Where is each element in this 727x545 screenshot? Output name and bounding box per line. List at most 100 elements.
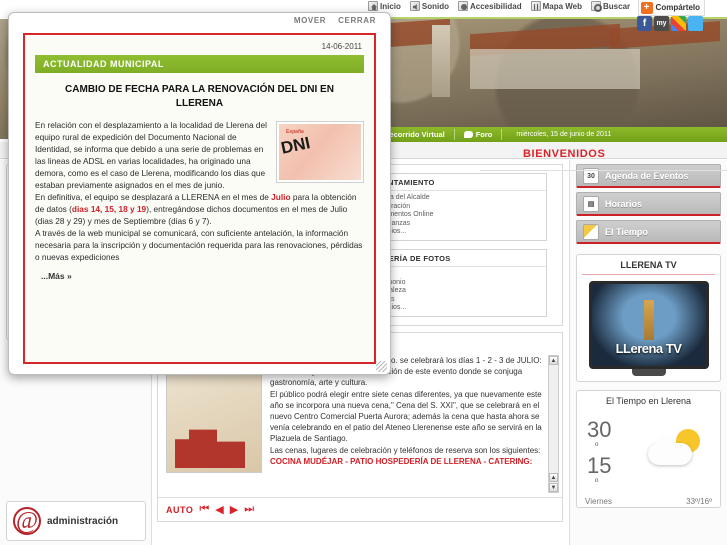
nav-label: Mapa Web xyxy=(542,1,582,11)
nav-label: Buscar xyxy=(603,1,631,11)
plus-icon: + xyxy=(640,1,653,14)
modal-category-badge: ACTUALIDAD MUNICIPAL xyxy=(35,55,364,73)
button-label: Agenda de Eventos xyxy=(605,170,689,181)
myspace-icon[interactable]: my xyxy=(654,16,669,31)
modal-paragraph-1: En relación con el desplazamiento a la l… xyxy=(35,120,268,190)
home-icon xyxy=(368,1,378,11)
sidebar-button-el-tiempo[interactable]: El Tiempo xyxy=(576,220,721,244)
weather-icon xyxy=(583,223,599,240)
nav-item-sonido[interactable]: Sonido xyxy=(409,1,449,11)
sidebar-button-horarios[interactable]: ▤ Horarios xyxy=(576,192,721,216)
dni-image: España DNI xyxy=(276,121,364,183)
nav-item-mapa-web[interactable]: Mapa Web xyxy=(530,1,582,11)
recorrido-label: Recorrido Virtual xyxy=(384,130,445,139)
right-sidebar: 30 Agenda de Eventos ▤ Horarios El Tiemp… xyxy=(569,160,727,545)
accessibility-icon xyxy=(458,1,468,11)
modal-more-link[interactable]: ...Más » xyxy=(35,263,364,281)
title-divider xyxy=(480,170,727,171)
sitemap-icon xyxy=(530,1,541,11)
news-popup-modal: MOVER CERRAR 14-06-2011 ACTUALIDAD MUNIC… xyxy=(8,12,391,375)
modal-titlebar: MOVER CERRAR xyxy=(9,13,390,27)
page-title: BIENVENIDOS xyxy=(523,148,606,160)
feature-link[interactable]: Fiestas xyxy=(372,296,546,305)
feature-title: AYUNTAMIENTO xyxy=(365,174,546,191)
first-button[interactable]: ⏮ xyxy=(199,503,209,516)
administracion-label: administración xyxy=(47,515,119,527)
tv-screen-text: LLerena TV xyxy=(615,341,682,356)
news-player-controls: AUTO ⏮ ◀ ▶ ⏭ xyxy=(158,497,562,521)
weather-low-degree: º xyxy=(595,477,599,487)
nav-label: Inicio xyxy=(380,1,401,11)
tv-widget-title: LLERENA TV xyxy=(582,260,715,275)
foro-link[interactable]: Foro xyxy=(455,129,503,140)
llerena-tv-widget[interactable]: LLERENA TV LLerena TV xyxy=(576,254,721,382)
modal-paragraph-3: A través de la web municipal se comunica… xyxy=(35,228,363,262)
nav-item-accesibilidad[interactable]: Accesibilidad xyxy=(458,1,522,11)
feature-link[interactable]: Servicios... xyxy=(372,228,546,237)
news-text: Llerena, Monumento Gastronómico. se cele… xyxy=(270,355,546,493)
modal-date: 14-06-2011 xyxy=(321,42,362,51)
nav-label: Accesibilidad xyxy=(470,1,522,11)
next-button[interactable]: ⏭ xyxy=(244,503,254,516)
weather-low: 15 xyxy=(587,453,612,478)
news-highlight: COCINA MUDÉJAR - PATIO HOSPEDERÍA DE LLE… xyxy=(270,457,533,466)
modal-move-button[interactable]: MOVER xyxy=(294,16,326,27)
feature-link[interactable]: Patrimonio xyxy=(372,279,546,288)
share-button[interactable]: + Compártelo xyxy=(637,0,705,16)
feature-title: GALERÍA DE FOTOS xyxy=(365,250,546,267)
sidebar-button-agenda-eventos[interactable]: 30 Agenda de Eventos xyxy=(576,164,721,188)
chat-bubble-icon xyxy=(463,131,473,138)
play-button[interactable]: ▶ xyxy=(230,503,238,516)
sound-icon xyxy=(409,1,420,11)
feature-link[interactable]: Saluda del Alcalde xyxy=(372,194,546,203)
facebook-icon[interactable]: f xyxy=(637,16,652,31)
prev-button[interactable]: ◀ xyxy=(215,503,223,516)
at-symbol-icon: @ xyxy=(13,507,41,535)
modal-resize-handle[interactable] xyxy=(376,361,387,372)
tv-screen-image: LLerena TV xyxy=(588,281,709,369)
button-label: Horarios xyxy=(605,198,643,209)
weather-forecast-row: Viernes 33º/16º xyxy=(585,497,712,506)
modal-red-julio: Julio xyxy=(271,192,291,202)
weather-high-degree: º xyxy=(595,441,599,451)
modal-content: 14-06-2011 ACTUALIDAD MUNICIPAL CAMBIO D… xyxy=(23,33,376,364)
feature-link[interactable]: Ayer xyxy=(372,270,546,279)
weather-high: 30 xyxy=(587,417,612,442)
weather-widget: El Tiempo en Llerena 30 º 15 º Viernes 3… xyxy=(576,390,721,508)
dni-image-label: DNI xyxy=(279,133,312,158)
share-label: Compártelo xyxy=(655,3,700,12)
nav-item-inicio[interactable]: Inicio xyxy=(368,1,401,11)
modal-close-button[interactable]: CERRAR xyxy=(338,16,376,27)
nav-item-buscar[interactable]: Buscar xyxy=(591,1,631,12)
auto-button[interactable]: AUTO xyxy=(166,505,193,515)
tower-silhouette xyxy=(643,300,654,340)
feature-link[interactable]: Documentos Online xyxy=(372,211,546,220)
modal-headline: CAMBIO DE FECHA PARA LA RENOVACIÓN DEL D… xyxy=(65,84,334,109)
news-paragraph: Las cenas, lugares de celebración y telé… xyxy=(270,446,541,455)
foro-label: Foro xyxy=(475,130,493,139)
scroll-up-arrow[interactable]: ▲ xyxy=(549,356,558,365)
weather-title: El Tiempo en Llerena xyxy=(605,396,692,406)
scroll-up-arrow-2[interactable]: ▲ xyxy=(549,473,558,482)
google-icon[interactable] xyxy=(671,16,686,31)
modal-paragraph-2a: En definitiva, el equipo se desplazará a… xyxy=(35,192,272,202)
feature-link[interactable]: Ordenanzas xyxy=(372,220,546,229)
social-links: f my xyxy=(637,16,703,31)
green-utility-strip: Recorrido Virtual Foro miércoles, 15 de … xyxy=(363,127,727,142)
news-scrollbar[interactable]: ▲ ▲ ▼ xyxy=(548,355,559,493)
scroll-down-arrow[interactable]: ▼ xyxy=(549,483,558,492)
news-thumb-art xyxy=(175,429,245,468)
partly-cloudy-icon xyxy=(648,429,702,465)
train-icon: ▤ xyxy=(583,195,599,212)
twitter-icon[interactable] xyxy=(688,16,703,31)
sidebar-button-administracion[interactable]: @ administración xyxy=(6,501,146,541)
forecast-day: Viernes xyxy=(585,497,612,506)
forecast-temps: 33º/16º xyxy=(686,497,712,506)
news-paragraph: El público podrá elegir entre siete cena… xyxy=(270,390,542,443)
feature-link[interactable]: Servicios... xyxy=(372,304,546,313)
button-label: El Tiempo xyxy=(605,226,648,237)
tv-stand xyxy=(631,369,666,376)
search-icon xyxy=(591,1,602,12)
feature-link[interactable]: Corporación xyxy=(372,203,546,212)
feature-link[interactable]: Naturaleza xyxy=(372,287,546,296)
